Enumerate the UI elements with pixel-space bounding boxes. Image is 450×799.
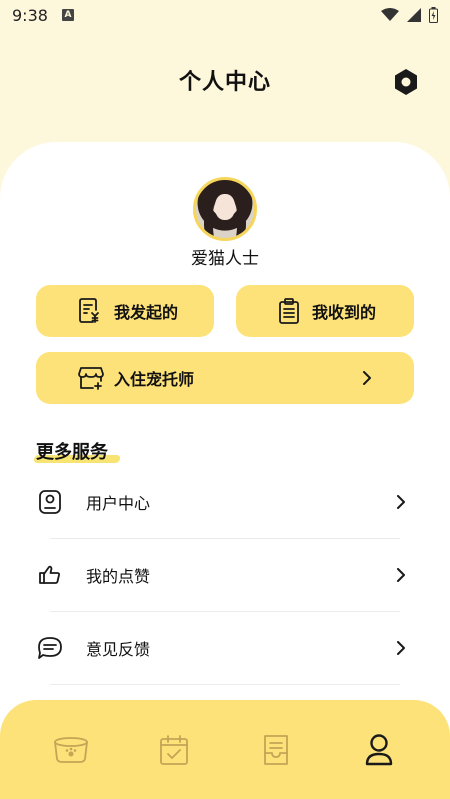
battery-icon xyxy=(429,7,438,23)
thumb-up-icon xyxy=(36,565,64,585)
menu-item-my-likes[interactable]: 我的点赞 xyxy=(36,547,414,603)
signal-icon xyxy=(407,8,421,22)
chevron-right-icon xyxy=(396,495,406,509)
feedback-icon xyxy=(36,636,64,660)
menu-item-label: 意见反馈 xyxy=(86,640,151,659)
status-time: 9:38 xyxy=(12,5,48,25)
menu-item-user-center[interactable]: 用户中心 xyxy=(36,474,414,530)
nav-orders[interactable] xyxy=(246,720,306,780)
menu-item-label: 我的点赞 xyxy=(86,567,151,586)
section-title: 更多服务 xyxy=(36,442,108,463)
my-received-label: 我收到的 xyxy=(312,303,377,322)
status-icons xyxy=(381,7,438,23)
settings-hexagon-icon xyxy=(395,69,417,95)
nav-profile[interactable] xyxy=(349,720,409,780)
notification-a-icon: A xyxy=(61,9,74,21)
invoice-yuan-icon xyxy=(78,298,102,324)
username: 爱猫人士 xyxy=(191,249,259,269)
my-received-button[interactable]: 我收到的 xyxy=(236,285,414,337)
chevron-right-icon xyxy=(396,568,406,582)
settings-button[interactable] xyxy=(392,68,420,96)
profile-icon xyxy=(365,733,392,765)
pet-bowl-icon xyxy=(54,736,89,763)
menu-item-feedback[interactable]: 意见反馈 xyxy=(36,620,414,676)
divider xyxy=(50,684,400,685)
status-bar: 9:38 A xyxy=(0,0,450,30)
my-initiated-label: 我发起的 xyxy=(114,303,179,322)
document-icon xyxy=(264,734,289,765)
avatar[interactable] xyxy=(193,177,257,241)
pet-sitter-label: 入住宠托师 xyxy=(114,370,195,389)
become-pet-sitter-button[interactable]: 入住宠托师 xyxy=(36,352,414,404)
wifi-icon xyxy=(381,8,399,21)
bottom-nav xyxy=(0,700,450,799)
avatar-face xyxy=(215,194,235,220)
nav-schedule[interactable] xyxy=(144,720,204,780)
user-card-icon xyxy=(36,489,64,515)
storefront-icon xyxy=(78,366,104,390)
chevron-right-icon xyxy=(362,371,372,385)
divider xyxy=(50,611,400,612)
clipboard-icon xyxy=(278,298,300,324)
my-initiated-button[interactable]: 我发起的 xyxy=(36,285,214,337)
menu-item-label: 用户中心 xyxy=(86,494,151,513)
chevron-right-icon xyxy=(396,641,406,655)
divider xyxy=(50,538,400,539)
calendar-check-icon xyxy=(159,734,188,765)
page-title: 个人中心 xyxy=(178,70,271,95)
nav-home[interactable] xyxy=(41,720,101,780)
